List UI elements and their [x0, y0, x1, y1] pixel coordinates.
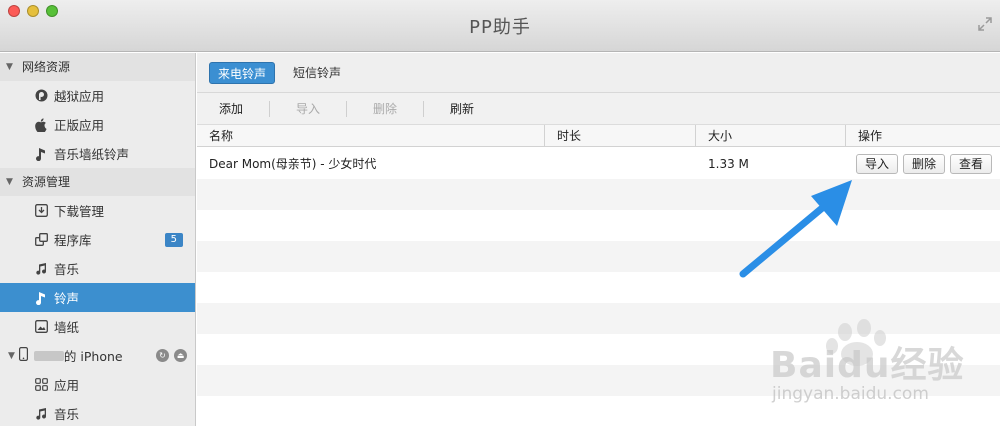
tab-incoming-call-ringtones[interactable]: 来电铃声	[209, 61, 276, 84]
device-name-label: 的 iPhone	[63, 349, 123, 364]
ringtone-icon	[34, 147, 48, 161]
table-row[interactable]: Dear Mom(母亲节) - 少女时代 1.33 M 导入 删除 查看	[197, 148, 1000, 179]
apps-grid-icon	[34, 378, 48, 392]
ringtone-tabs: 来电铃声 短信铃声	[197, 53, 1000, 93]
watermark-brand: Baidu经验	[770, 345, 965, 386]
sidebar-item-music-wallpaper-ringtones[interactable]: 音乐墙纸铃声	[0, 139, 195, 168]
refresh-button[interactable]: 刷新	[438, 101, 486, 117]
toolbar: 添加 导入 删除 刷新	[197, 93, 1000, 125]
app-title: PP助手	[469, 17, 531, 38]
table-header: 名称 时长 大小 操作	[197, 125, 1000, 147]
toolbar-divider	[346, 100, 348, 117]
redacted-device-name	[33, 350, 64, 361]
column-header-actions: 操作	[858, 129, 883, 143]
sidebar-item-label: 下载管理	[54, 204, 105, 219]
annotation-arrow-icon	[739, 180, 852, 278]
iphone-icon	[18, 347, 28, 364]
row-import-button[interactable]: 导入	[856, 153, 899, 174]
column-header-name[interactable]: 名称	[197, 125, 545, 146]
column-header-duration[interactable]: 时长	[545, 125, 696, 146]
device-action-icons: ↻ ⏏	[156, 349, 187, 362]
ringtone-icon	[34, 291, 48, 305]
sidebar-item-app-library[interactable]: 程序库 5	[0, 225, 195, 254]
import-button[interactable]: 导入	[284, 101, 332, 117]
sidebar-item-music[interactable]: 音乐	[0, 254, 195, 283]
sync-icon[interactable]: ↻	[156, 349, 169, 362]
sidebar-item-wallpapers[interactable]: 墙纸	[0, 312, 195, 341]
add-button[interactable]: 添加	[207, 101, 255, 117]
disclosure-triangle-icon: ▼	[6, 62, 13, 72]
empty-table-row	[197, 179, 1000, 210]
row-view-button[interactable]: 查看	[950, 153, 993, 174]
sidebar-item-label: 铃声	[54, 291, 80, 306]
music-note-icon	[34, 407, 48, 421]
wallpaper-icon	[34, 320, 48, 334]
sidebar-item-label: 正版应用	[54, 118, 105, 133]
fullscreen-icon[interactable]	[978, 17, 994, 33]
sidebar-item-downloads[interactable]: 下载管理	[0, 196, 195, 225]
row-actions: 导入 删除 查看	[846, 153, 993, 174]
sidebar-item-device-apps[interactable]: 应用	[0, 370, 195, 399]
ringtone-name-cell: Dear Mom(母亲节) - 少女时代	[209, 157, 377, 171]
sidebar-item-label: 越狱应用	[54, 89, 105, 104]
sidebar-section-resource-management[interactable]: ▼ 资源管理	[0, 168, 195, 196]
pp-logo-icon	[34, 89, 48, 103]
empty-table-row	[197, 241, 1000, 272]
apple-icon	[34, 117, 48, 132]
sidebar-item-ringtones[interactable]: 铃声	[0, 283, 195, 312]
ringtone-size-cell: 1.33 M	[708, 156, 749, 171]
column-header-size[interactable]: 大小	[696, 125, 846, 146]
toolbar-divider	[423, 100, 425, 117]
sidebar-item-label: 音乐	[54, 262, 80, 277]
disclosure-triangle-icon: ▼	[6, 177, 13, 187]
sidebar-item-label: 应用	[54, 378, 80, 393]
app-library-count-badge: 5	[164, 233, 183, 247]
title-bar: PP助手	[0, 0, 1000, 52]
delete-button[interactable]: 删除	[361, 101, 409, 117]
sidebar-item-jailbreak-apps[interactable]: 越狱应用	[0, 81, 195, 110]
section-label: 网络资源	[22, 60, 71, 74]
music-note-icon	[34, 262, 48, 276]
disclosure-triangle-icon: ▼	[8, 350, 15, 361]
row-delete-button[interactable]: 删除	[903, 153, 946, 174]
sidebar-item-device-music[interactable]: 音乐	[0, 399, 195, 426]
eject-icon[interactable]: ⏏	[174, 349, 187, 362]
empty-table-row	[197, 272, 1000, 303]
tab-sms-ringtones[interactable]: 短信铃声	[285, 62, 349, 84]
sidebar-device-iphone[interactable]: ▼ 的 iPhone ↻ ⏏	[0, 341, 195, 370]
empty-table-row	[197, 210, 1000, 241]
sidebar-item-label: 墙纸	[54, 320, 80, 335]
sidebar: ▼ 网络资源 越狱应用 正版应用 音乐墙纸铃声 ▼ 资源管理 下载管理 程序库 …	[0, 53, 196, 426]
sidebar-item-label: 音乐	[54, 407, 80, 422]
section-label: 资源管理	[22, 175, 71, 189]
sidebar-item-official-apps[interactable]: 正版应用	[0, 110, 195, 139]
sidebar-item-label: 音乐墙纸铃声	[54, 147, 130, 162]
sidebar-item-label: 程序库	[54, 233, 92, 248]
watermark-url: jingyan.baidu.com	[772, 384, 929, 404]
toolbar-divider	[269, 100, 271, 117]
sidebar-section-network[interactable]: ▼ 网络资源	[0, 53, 195, 81]
apps-library-icon	[34, 233, 48, 247]
download-icon	[34, 204, 48, 218]
